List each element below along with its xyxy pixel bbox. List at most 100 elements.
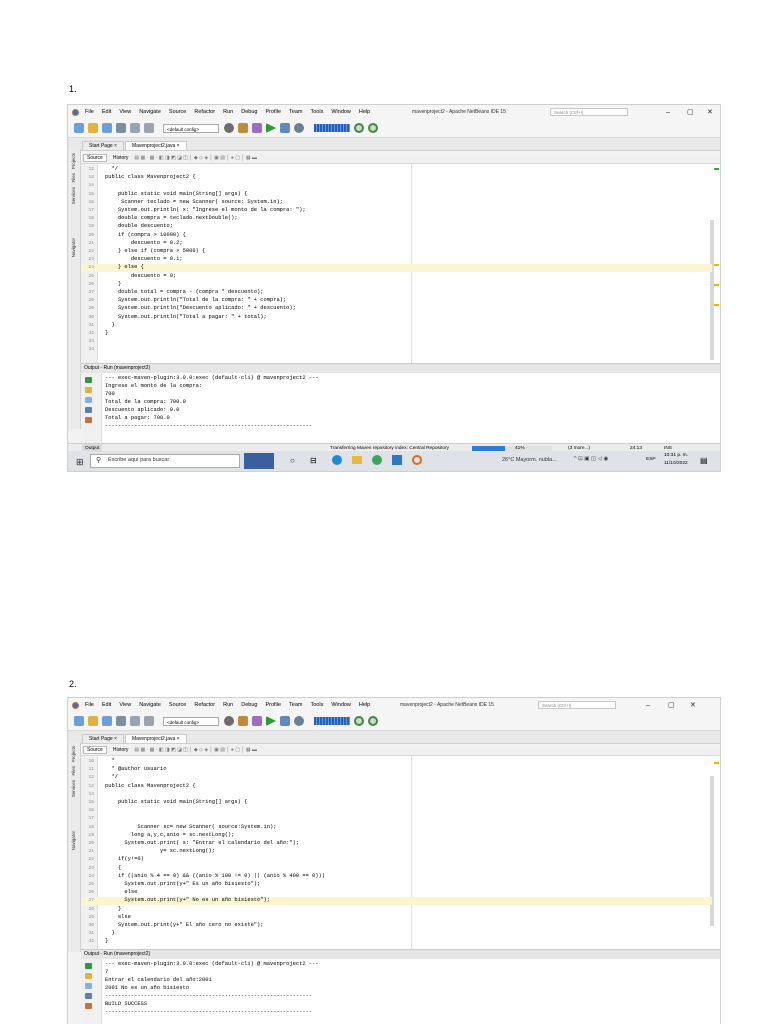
code-line[interactable]: 13 public class Mavenproject2 { [81, 174, 712, 182]
stop-icon[interactable] [85, 397, 92, 403]
minimize-icon[interactable]: – [666, 109, 670, 116]
widgets-icon[interactable]: ⊟ [310, 456, 317, 465]
menu-item-debug[interactable]: Debug [241, 109, 257, 115]
new-project-icon[interactable] [74, 716, 84, 726]
new-file-icon[interactable] [88, 123, 98, 133]
code-editor[interactable]: 12 */13 public class Mavenproject2 {14 15 … [81, 164, 720, 363]
menu-item-team[interactable]: Team [289, 109, 302, 115]
run-icon[interactable] [266, 123, 276, 133]
code-line[interactable]: 33 [81, 338, 712, 346]
menu-item-file[interactable]: File [85, 702, 94, 708]
gc-icon[interactable] [354, 123, 364, 133]
code-line[interactable]: 31 } [81, 322, 712, 330]
side-tab-files[interactable]: Files [71, 173, 76, 183]
code-line[interactable]: 31 } [81, 930, 712, 938]
clear-output-icon[interactable] [85, 417, 92, 423]
code-line[interactable]: 13 public class Mavenproject2 { [81, 783, 712, 791]
menu-item-profile[interactable]: Profile [265, 109, 281, 115]
output-console[interactable]: --- exec-maven-plugin:3.0.0:exec (defaul… [81, 959, 720, 1024]
maximize-icon[interactable]: ▢ [668, 701, 675, 709]
side-tab-navigator[interactable]: Navigator [71, 831, 76, 850]
code-line[interactable]: 30 System.out.println("Total a pagar: " … [81, 314, 712, 322]
menu-item-window[interactable]: Window [331, 702, 351, 708]
code-line[interactable]: 18 double compra = teclado.nextDouble(); [81, 215, 712, 223]
build-target-icon[interactable] [224, 123, 234, 133]
menu-item-edit[interactable]: Edit [102, 702, 111, 708]
search-input[interactable]: Search (Ctrl+I) [538, 701, 616, 709]
code-line[interactable]: 16 Scanner teclado = new Scanner( source… [81, 199, 712, 207]
redo-icon[interactable] [144, 716, 154, 726]
menu-item-profile[interactable]: Profile [265, 702, 281, 708]
redo-icon[interactable] [144, 123, 154, 133]
edge-icon[interactable] [332, 455, 342, 465]
code-line[interactable]: 24 } else { [81, 264, 712, 273]
clock-date[interactable]: 11/10/2022 [664, 461, 688, 466]
new-project-icon[interactable] [74, 123, 84, 133]
open-project-icon[interactable] [102, 123, 112, 133]
side-tab-files[interactable]: Files [71, 766, 76, 776]
store-icon[interactable] [392, 455, 402, 465]
menu-item-source[interactable]: Source [169, 702, 186, 708]
menu-item-navigate[interactable]: Navigate [139, 702, 161, 708]
code-line[interactable]: 29 else [81, 914, 712, 922]
debug-icon[interactable] [280, 123, 290, 133]
rerun-goals-icon[interactable] [85, 387, 92, 393]
code-line[interactable]: 17 [81, 815, 712, 823]
new-file-icon[interactable] [88, 716, 98, 726]
rerun-icon[interactable] [85, 963, 92, 969]
code-line[interactable]: 16 [81, 807, 712, 815]
profile-icon[interactable] [294, 716, 304, 726]
notifications-icon[interactable]: ▤ [700, 456, 708, 465]
clean-build-icon[interactable] [252, 716, 262, 726]
code-line[interactable]: 30 System.out.print(y+" El año cero no e… [81, 922, 712, 930]
code-line[interactable]: 14 [81, 182, 712, 190]
code-line[interactable]: 34 [81, 346, 712, 354]
code-line[interactable]: 23 descuento = 0.1; [81, 256, 712, 264]
build-icon[interactable] [238, 716, 248, 726]
side-tab-projects[interactable]: Projects [71, 153, 76, 169]
code-line[interactable]: 20 if (compra > 10000) { [81, 232, 712, 240]
close-icon[interactable]: ✕ [707, 108, 713, 116]
code-line[interactable]: 22 } else if (compra > 5000) { [81, 248, 712, 256]
editor-tools-icon[interactable]: ▤ ▦ · ▦ · ◧ ◨ ◩ ◪ ◫ │ ◆ ◇ ◈ │ ▣ ▤ │ ● ▢ … [134, 747, 257, 753]
menu-item-view[interactable]: View [119, 702, 131, 708]
settings-icon[interactable] [85, 993, 92, 999]
rerun-icon[interactable] [85, 377, 92, 383]
menu-item-help[interactable]: Help [359, 702, 370, 708]
side-tab-services[interactable]: Services [71, 780, 76, 797]
code-line[interactable]: 19 double descuento; [81, 223, 712, 231]
code-line[interactable]: 26 else [81, 889, 712, 897]
menu-item-tools[interactable]: Tools [311, 702, 324, 708]
code-line[interactable]: 27 double total = compra - (compra * des… [81, 289, 712, 297]
menu-item-run[interactable]: Run [223, 109, 233, 115]
code-line[interactable]: 12 */ [81, 166, 712, 174]
menu-item-help[interactable]: Help [359, 109, 370, 115]
menu-item-run[interactable]: Run [223, 702, 233, 708]
menu-item-source[interactable]: Source [169, 109, 186, 115]
settings-icon[interactable] [85, 407, 92, 413]
code-line[interactable]: 10 * [81, 758, 712, 766]
menu-item-refactor[interactable]: Refactor [194, 702, 215, 708]
code-line[interactable]: 29 System.out.println("Descuento aplicad… [81, 305, 712, 313]
code-line[interactable]: 15 public static void main(String[] args… [81, 799, 712, 807]
code-line[interactable]: 14 [81, 791, 712, 799]
news-widget-icon[interactable] [244, 453, 274, 469]
undo-icon[interactable] [130, 123, 140, 133]
undo-icon[interactable] [130, 716, 140, 726]
side-tab-navigator[interactable]: Navigator [71, 238, 76, 257]
code-line[interactable]: 23 { [81, 865, 712, 873]
stop-icon[interactable] [85, 983, 92, 989]
windows-start-icon[interactable]: ⊞ [76, 457, 84, 468]
clean-build-icon[interactable] [252, 123, 262, 133]
code-line[interactable]: 32} [81, 330, 712, 338]
editor-tools-icon[interactable]: ▤ ▦ · ▦ · ◧ ◨ ◩ ◪ ◫ │ ◆ ◇ ◈ │ ▣ ▤ │ ● ▢ … [134, 155, 257, 161]
code-line[interactable]: 11 * @author usuario [81, 766, 712, 774]
save-all-icon[interactable] [116, 123, 126, 133]
netbeans-taskbar-icon[interactable] [412, 455, 422, 465]
code-editor[interactable]: 10 * 11 * @author usuario 12 */13 public cl… [81, 756, 720, 949]
output-console[interactable]: --- exec-maven-plugin:3.0.0:exec (defaul… [81, 373, 720, 443]
tab-mavenproject2-java[interactable]: Mavenproject2.java × [124, 141, 187, 150]
menu-item-edit[interactable]: Edit [102, 109, 111, 115]
history-tab[interactable]: History [113, 747, 129, 753]
profile-icon[interactable] [294, 123, 304, 133]
